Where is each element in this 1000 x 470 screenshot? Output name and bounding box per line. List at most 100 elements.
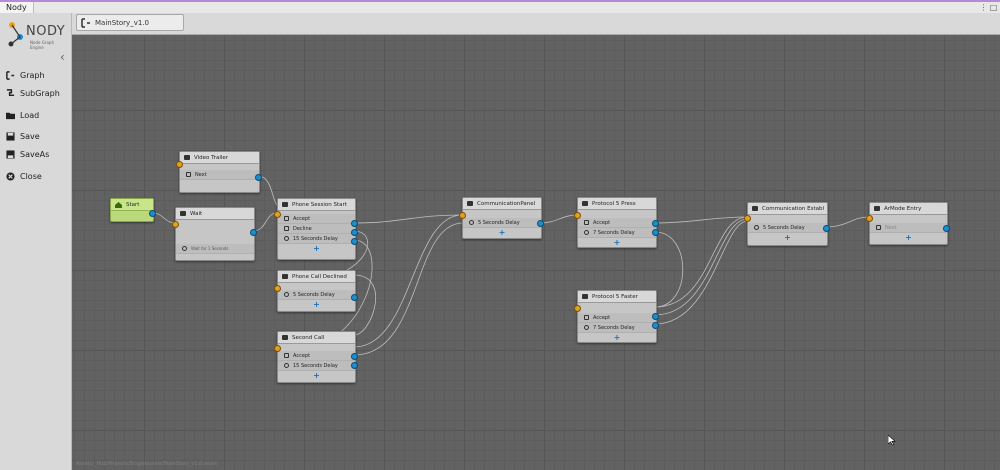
node-phone-call-declined-output-port[interactable] <box>351 294 358 301</box>
clock-icon <box>284 236 289 241</box>
node-communication-panel-output-port[interactable] <box>537 220 544 227</box>
node-phone-call-declined-header[interactable]: Phone Call Declined <box>278 271 355 283</box>
nody-logo: NODY Node Graph Engine <box>6 19 68 51</box>
node-type-icon <box>582 294 588 299</box>
graph-canvas[interactable]: Start Video Trailer Next Wait Wait for 1… <box>72 35 1000 470</box>
node-wait-output-port[interactable] <box>250 229 257 236</box>
node-phone-call-declined-input-port[interactable] <box>274 285 281 292</box>
node-protocol-5-faster[interactable]: Protocol 5 Faster Accept 7 Seconds Delay… <box>577 290 657 343</box>
node-start-title: Start <box>126 201 140 208</box>
node-second-call-header[interactable]: Second Call <box>278 332 355 344</box>
node-phone-session-start-output-port-delay[interactable] <box>351 238 358 245</box>
add-output-button[interactable]: + <box>278 244 355 253</box>
menu-close[interactable]: Close <box>6 169 42 183</box>
node-second-call[interactable]: Second Call Accept 15 Seconds Delay + <box>277 331 356 383</box>
add-output-button[interactable]: + <box>278 300 355 309</box>
node-protocol-5-press-input-port[interactable] <box>574 212 581 219</box>
node-armode-entry[interactable]: ArMode Entry Next + <box>869 202 948 245</box>
add-output-button[interactable]: + <box>578 333 656 342</box>
node-communication-establ-header[interactable]: Communication Establ <box>748 203 827 215</box>
node-phone-session-start-output-port-accept[interactable] <box>351 220 358 227</box>
node-start-output-port[interactable] <box>149 210 156 217</box>
node-type-icon <box>180 211 186 216</box>
menu-save-label: Save <box>20 131 40 141</box>
mouse-cursor-icon <box>888 435 896 445</box>
hand-icon <box>186 172 191 177</box>
node-armode-entry-header[interactable]: ArMode Entry <box>870 203 947 215</box>
node-communication-panel-row-delay[interactable]: 5 Seconds Delay <box>463 218 541 228</box>
row-label: 15 Seconds Delay <box>293 235 338 242</box>
node-phone-session-start-row-decline[interactable]: Decline <box>278 224 355 234</box>
node-protocol-5-faster-output-port-delay[interactable] <box>652 322 659 329</box>
node-wait-input-port[interactable] <box>172 221 179 228</box>
add-output-button[interactable]: + <box>578 238 656 247</box>
node-protocol-5-faster-header[interactable]: Protocol 5 Faster <box>578 291 656 303</box>
node-second-call-output-port-delay[interactable] <box>351 362 358 369</box>
add-output-button[interactable]: + <box>278 371 355 380</box>
node-protocol-5-faster-output-port-accept[interactable] <box>652 313 659 320</box>
node-protocol-5-faster-row-accept[interactable]: Accept <box>578 313 656 323</box>
graph-tab[interactable]: MainStory_v1.0 <box>76 14 184 31</box>
window-menu-icon[interactable]: ⋮ <box>979 2 988 13</box>
node-phone-session-start-row-delay[interactable]: 15 Seconds Delay <box>278 234 355 244</box>
node-spacer <box>748 215 827 223</box>
node-phone-session-start-input-port[interactable] <box>274 211 281 218</box>
node-communication-establ-input-port[interactable] <box>744 215 751 222</box>
menu-subgraph[interactable]: SubGraph <box>6 86 60 100</box>
add-output-button[interactable]: + <box>463 228 541 237</box>
node-protocol-5-press[interactable]: Protocol 5 Press Accept 7 Seconds Delay … <box>577 197 657 248</box>
node-type-icon <box>282 202 288 207</box>
node-video-trailer-row-next[interactable]: Next <box>180 170 259 180</box>
node-protocol-5-press-header[interactable]: Protocol 5 Press <box>578 198 656 210</box>
menu-graph[interactable]: Graph <box>6 68 45 82</box>
node-phone-session-start-header[interactable]: Phone Session Start <box>278 199 355 211</box>
close-icon <box>6 171 15 181</box>
collapse-sidebar-icon[interactable]: ‹ <box>60 50 65 64</box>
node-video-trailer[interactable]: Video Trailer Next <box>179 151 260 193</box>
menu-saveas[interactable]: SaveAs <box>6 147 49 161</box>
node-second-call-output-port-accept[interactable] <box>351 353 358 360</box>
node-video-trailer-output-port[interactable] <box>255 174 262 181</box>
clock-icon <box>284 363 289 368</box>
node-wait-row-timer[interactable]: Wait for 1 Seconds <box>176 244 254 254</box>
graph-icon <box>6 70 15 80</box>
node-second-call-row-delay[interactable]: 15 Seconds Delay <box>278 361 355 371</box>
menu-load[interactable]: Load <box>6 108 39 122</box>
node-communication-establ-row-delay[interactable]: 5 Seconds Delay <box>748 223 827 233</box>
node-communication-panel[interactable]: CommunicationPanel 5 Seconds Delay + <box>462 197 542 239</box>
node-second-call-row-accept[interactable]: Accept <box>278 351 355 361</box>
node-video-trailer-header[interactable]: Video Trailer <box>180 152 259 164</box>
node-protocol-5-press-row-delay[interactable]: 7 Seconds Delay <box>578 228 656 238</box>
node-armode-entry-output-port[interactable] <box>943 225 950 232</box>
node-protocol-5-faster-row-delay[interactable]: 7 Seconds Delay <box>578 323 656 333</box>
menu-save[interactable]: Save <box>6 129 40 143</box>
node-communication-panel-input-port[interactable] <box>459 212 466 219</box>
node-phone-session-start-output-port-decline[interactable] <box>351 229 358 236</box>
node-communication-establ-output-port[interactable] <box>823 225 830 232</box>
node-communication-establ[interactable]: Communication Establ 5 Seconds Delay + <box>747 202 828 246</box>
node-phone-call-declined[interactable]: Phone Call Declined 5 Seconds Delay + <box>277 270 356 312</box>
node-phone-session-start[interactable]: Phone Session Start Accept Decline 15 Se… <box>277 198 356 260</box>
node-type-icon <box>874 206 880 211</box>
node-protocol-5-faster-input-port[interactable] <box>574 305 581 312</box>
graph-tab-label: MainStory_v1.0 <box>95 19 149 27</box>
node-start[interactable]: Start <box>110 198 154 222</box>
node-phone-call-declined-row-delay[interactable]: 5 Seconds Delay <box>278 290 355 300</box>
node-second-call-input-port[interactable] <box>274 345 281 352</box>
add-output-button[interactable]: + <box>870 233 947 242</box>
node-wait-title: Wait <box>190 210 203 217</box>
add-output-button[interactable]: + <box>748 233 827 242</box>
node-protocol-5-press-row-accept[interactable]: Accept <box>578 218 656 228</box>
node-protocol-5-press-output-port-accept[interactable] <box>652 220 659 227</box>
node-protocol-5-press-output-port-delay[interactable] <box>652 229 659 236</box>
node-phone-session-start-title: Phone Session Start <box>292 201 347 208</box>
node-armode-entry-input-port[interactable] <box>866 215 873 222</box>
node-wait-header[interactable]: Wait <box>176 208 254 220</box>
node-armode-entry-row-next[interactable]: Next <box>870 223 947 233</box>
node-phone-session-start-row-accept[interactable]: Accept <box>278 214 355 224</box>
node-communication-panel-header[interactable]: CommunicationPanel <box>463 198 541 210</box>
node-wait[interactable]: Wait Wait for 1 Seconds <box>175 207 255 261</box>
window-maximize-icon[interactable]: □ <box>989 2 998 13</box>
node-video-trailer-input-port[interactable] <box>176 161 183 168</box>
node-start-header[interactable]: Start <box>111 199 153 211</box>
